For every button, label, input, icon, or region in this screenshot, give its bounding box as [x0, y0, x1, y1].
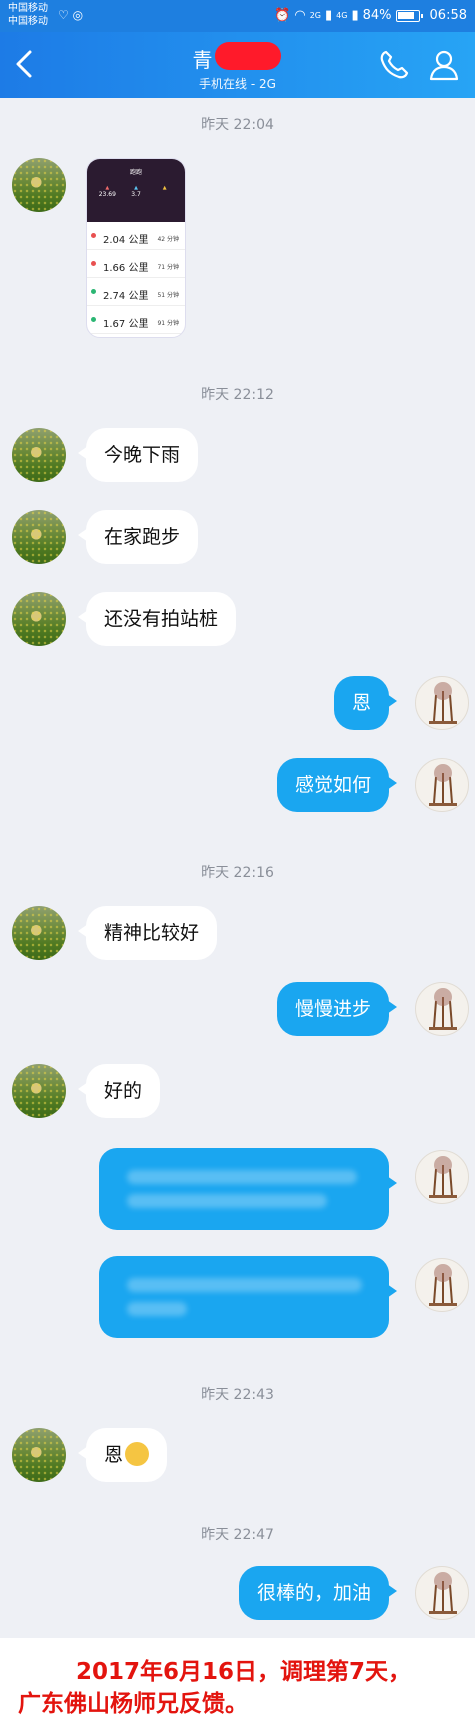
blurred-text: [127, 1170, 357, 1184]
message-text: 恩: [104, 1444, 124, 1466]
signal-icon: ▮: [325, 8, 333, 23]
message-bubble[interactable]: 还没有拍站桩: [77, 592, 237, 646]
contact-name: 青: [192, 42, 283, 73]
timestamp: 昨天 22:43: [201, 1387, 274, 1403]
run-record-row: 2.74 公里 51 分钟: [87, 278, 185, 306]
my-avatar[interactable]: [415, 1566, 469, 1620]
message-bubble[interactable]: 恩: [333, 676, 398, 730]
profile-icon[interactable]: [427, 48, 461, 82]
wifi-icon: ◠: [294, 8, 306, 23]
status-bar: 中国移动 中国移动 ♡ ◎ ⏰ ◠ 2G ▮ 4G ▮ 84% 06:58: [0, 0, 475, 32]
alarm-icon: ⏰: [274, 8, 291, 23]
timestamp: 昨天 22:04: [201, 117, 274, 133]
chat-header: 青 手机在线 - 2G: [0, 32, 475, 98]
tree-logo-icon: [429, 988, 457, 1030]
my-avatar[interactable]: [415, 1150, 469, 1204]
network-2g-label: 2G: [309, 11, 322, 20]
message-bubble[interactable]: 很棒的，加油: [238, 1566, 398, 1620]
phone-icon[interactable]: [377, 48, 411, 82]
blurred-text: [127, 1302, 187, 1316]
tree-logo-icon: [429, 1156, 457, 1198]
blurred-text: [127, 1194, 327, 1208]
message-bubble[interactable]: 慢慢进步: [276, 982, 398, 1036]
shared-image-stats: ▲ 23.69 ▲ 3.7 ▲: [93, 185, 179, 198]
network-4g-label: 4G: [336, 11, 348, 20]
contact-avatar[interactable]: [12, 510, 66, 564]
stat-value: 23.69: [98, 191, 116, 198]
carrier-1: 中国移动: [8, 3, 48, 14]
run-icon: [91, 317, 96, 322]
my-avatar[interactable]: [415, 982, 469, 1036]
caption-line-2: 广东佛山杨师兄反馈。: [18, 1691, 248, 1717]
run-duration: 42 分钟: [157, 236, 179, 243]
blurred-message-bubble[interactable]: [99, 1256, 397, 1338]
contact-avatar[interactable]: [12, 1064, 66, 1118]
run-record-row: 1.66 公里 71 分钟: [87, 250, 185, 278]
grin-emoji-icon: [125, 1442, 150, 1466]
message-bubble[interactable]: 今晚下雨: [77, 428, 199, 482]
contact-avatar[interactable]: [12, 906, 66, 960]
contact-avatar[interactable]: [12, 592, 66, 646]
contact-name-text: 青: [192, 48, 213, 72]
battery-percent: 84%: [362, 8, 392, 23]
shared-image-header: 跑跑 ▲ 23.69 ▲ 3.7 ▲: [87, 159, 185, 222]
my-avatar[interactable]: [415, 1258, 469, 1312]
message-bubble[interactable]: 感觉如何: [276, 758, 398, 812]
run-record-row: 2.04 公里 42 分钟: [87, 222, 185, 250]
run-distance: 1.67 公里: [103, 319, 149, 330]
blurred-message-bubble[interactable]: [99, 1148, 397, 1230]
message-bubble[interactable]: 好的: [77, 1064, 161, 1118]
signal-icon-2: ▮: [351, 8, 359, 23]
stat-other: ▲: [150, 185, 179, 198]
carrier-2: 中国移动: [8, 16, 48, 27]
run-icon: [91, 261, 96, 266]
status-right: ⏰ ◠ 2G ▮ 4G ▮ 84% 06:58: [274, 8, 467, 23]
timestamp: 昨天 22:12: [201, 387, 274, 403]
message-bubble[interactable]: 恩: [77, 1428, 168, 1482]
shared-image[interactable]: 跑跑 ▲ 23.69 ▲ 3.7 ▲ 2.04 公里 42 分钟 1.66 公里 71 分…: [86, 158, 186, 338]
run-icon: [91, 289, 96, 294]
battery-icon: [395, 9, 423, 22]
message-bubble[interactable]: 精神比较好: [77, 906, 218, 960]
shared-image-title: 跑跑: [129, 169, 142, 176]
run-duration: 71 分钟: [157, 264, 179, 271]
stat-value: 3.7: [131, 191, 141, 198]
shared-image-rows: 2.04 公里 42 分钟 1.66 公里 71 分钟 2.74 公里 51 分钟 1.67…: [87, 222, 185, 334]
tree-logo-icon: [429, 764, 457, 806]
carrier-labels: 中国移动 中国移动: [8, 2, 48, 28]
tree-logo-icon: [429, 1264, 457, 1306]
stat-distance: ▲ 23.69: [93, 185, 122, 198]
timestamp: 昨天 22:16: [201, 865, 274, 881]
run-distance: 1.66 公里: [103, 263, 149, 274]
run-distance: 2.04 公里: [103, 235, 149, 246]
redaction-mark: [214, 42, 281, 70]
clock: 06:58: [429, 8, 467, 23]
tree-logo-icon: [429, 1572, 457, 1614]
feedback-caption: 2017年6月16日，调理第7天， 广东佛山杨师兄反馈。: [0, 1638, 475, 1730]
contact-avatar[interactable]: [12, 1428, 66, 1482]
tree-logo-icon: [429, 682, 457, 724]
contact-avatar[interactable]: [12, 428, 66, 482]
my-avatar[interactable]: [415, 676, 469, 730]
run-icon: [91, 233, 96, 238]
stat-count: ▲ 3.7: [122, 185, 151, 198]
run-record-row: 1.67 公里 91 分钟: [87, 306, 185, 334]
blurred-text: [127, 1278, 362, 1292]
notification-icons: ♡ ◎: [58, 8, 83, 22]
health-icon: ♡: [58, 8, 69, 22]
message-bubble[interactable]: 在家跑步: [77, 510, 199, 564]
run-duration: 51 分钟: [157, 292, 179, 299]
timestamp: 昨天 22:47: [201, 1527, 274, 1543]
my-avatar[interactable]: [415, 758, 469, 812]
run-duration: 91 分钟: [157, 320, 179, 327]
contact-avatar[interactable]: [12, 158, 66, 212]
run-distance: 2.74 公里: [103, 291, 149, 302]
app-notification-icon: ◎: [72, 8, 84, 22]
stat-icon: ▲: [162, 185, 167, 191]
caption-line-1: 2017年6月16日，调理第7天，: [76, 1659, 412, 1685]
